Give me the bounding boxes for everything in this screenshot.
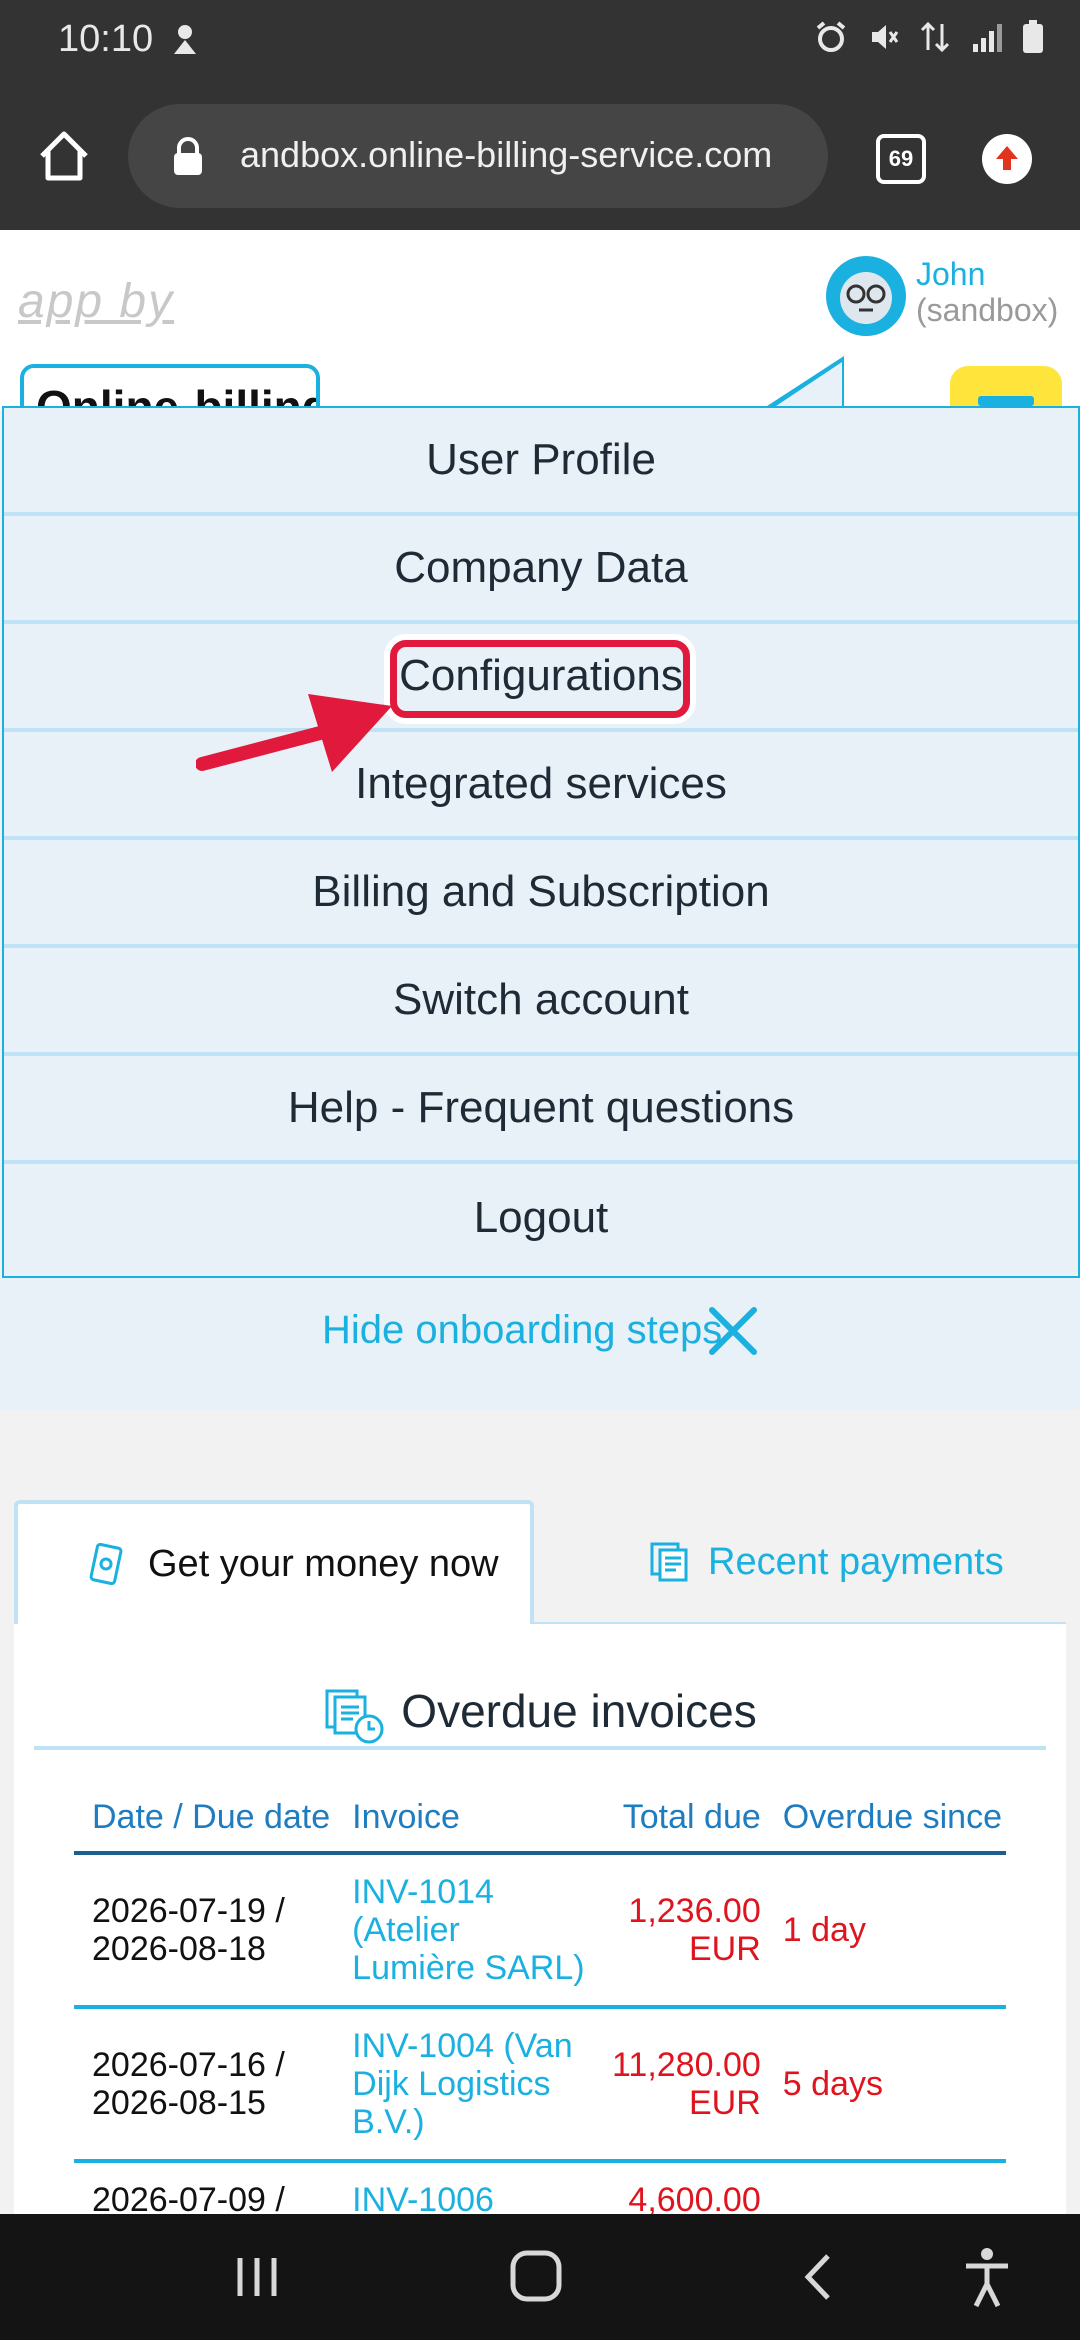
accessibility-icon[interactable] (962, 2246, 1012, 2308)
tab-get-your-money-now[interactable]: Get your money now (14, 1500, 534, 1624)
title-divider (34, 1746, 1046, 1750)
menu-item-help[interactable]: Help - Frequent questions (4, 1056, 1078, 1164)
row-date: 2026-07-16 / 2026-08-15 (74, 2007, 335, 2163)
mute-icon (866, 20, 900, 59)
menu-item-user-profile[interactable]: User Profile (4, 408, 1078, 516)
row-overdue-since: 1 day (764, 1853, 1006, 2009)
status-icons (814, 20, 1044, 59)
alarm-icon (814, 20, 848, 59)
battery-icon (1022, 20, 1044, 59)
tab-switcher-button[interactable]: 69 (876, 134, 926, 184)
signal-icon (970, 20, 1004, 59)
lock-icon (172, 136, 204, 176)
tab-label: Get your money now (148, 1542, 499, 1585)
app-by-label: app by (18, 275, 175, 328)
row-overdue-since: 5 days (764, 2007, 1006, 2163)
user-dropdown-menu: User Profile Company Data Configurations… (2, 406, 1080, 1278)
row-total-due: 11,280.00 EUR (594, 2007, 765, 2163)
overdue-title: Overdue invoices (14, 1684, 1066, 1745)
row-invoice-link[interactable]: INV-1014 (Atelier Lumière SARL) (334, 1853, 595, 2009)
row-date: 2026-07-19 / 2026-08-18 (74, 1853, 335, 2009)
money-icon (89, 1542, 123, 1586)
table-header-row: Date / Due date Invoice Total due Overdu… (74, 1784, 1006, 1855)
menu-item-integrated-services[interactable]: Integrated services (4, 732, 1078, 840)
status-bar: 10:10 (0, 0, 1080, 82)
table-row: 2026-07-19 / 2026-08-18 INV-1014 (Atelie… (74, 1853, 1006, 2009)
menu-item-switch-account[interactable]: Switch account (4, 948, 1078, 1056)
receipts-icon (650, 1542, 688, 1582)
column-overdue-since[interactable]: Overdue since (764, 1784, 1006, 1855)
hide-onboarding-link[interactable]: Hide onboarding steps (322, 1308, 722, 1353)
home-nav-icon[interactable] (508, 2248, 564, 2304)
data-icon (918, 20, 952, 59)
menu-item-billing-subscription[interactable]: Billing and Subscription (4, 840, 1078, 948)
tab-recent-payments[interactable]: Recent payments (614, 1500, 1034, 1624)
row-invoice-link[interactable]: INV-1004 (Van Dijk Logistics B.V.) (334, 2007, 595, 2163)
tab-label: Recent payments (708, 1540, 1004, 1583)
overdue-panel: Overdue invoices Date / Due date Invoice… (14, 1624, 1066, 2244)
onboarding-bar: Hide onboarding steps (0, 1278, 1080, 1410)
status-time: 10:10 (58, 18, 154, 60)
url-text: andbox.online-billing-service.com (240, 134, 773, 175)
annotation-arrow-icon (196, 694, 392, 772)
payment-tabs: Get your money now Recent payments (14, 1500, 1066, 1624)
row-total-due: 1,236.00 EUR (594, 1853, 765, 2009)
address-bar[interactable]: andbox.online-billing-service.com (128, 104, 828, 208)
column-date[interactable]: Date / Due date (74, 1784, 335, 1855)
overdue-table: Date / Due date Invoice Total due Overdu… (74, 1784, 1006, 2241)
menu-item-logout[interactable]: Logout (4, 1164, 1078, 1272)
table-row: 2026-07-16 / 2026-08-15 INV-1004 (Van Di… (74, 2007, 1006, 2163)
update-icon[interactable] (982, 134, 1032, 184)
user-account-label: (sandbox) (916, 292, 1059, 328)
highlight-box (390, 640, 690, 718)
back-icon[interactable] (800, 2252, 834, 2302)
user-name[interactable]: John (916, 256, 985, 293)
system-nav-bar (0, 2214, 1080, 2340)
column-total-due[interactable]: Total due (594, 1784, 765, 1855)
avatar[interactable] (826, 256, 906, 336)
site-header: app by Online-billing John (sandbox) (0, 230, 1080, 446)
close-icon[interactable] (706, 1304, 760, 1358)
overdue-invoices-icon (325, 1689, 384, 1744)
overdue-title-text: Overdue invoices (401, 1685, 757, 1737)
home-icon[interactable] (36, 128, 92, 184)
recent-apps-icon[interactable] (232, 2254, 282, 2300)
notification-icon (170, 22, 200, 64)
menu-item-company-data[interactable]: Company Data (4, 516, 1078, 624)
browser-toolbar: andbox.online-billing-service.com 69 (0, 82, 1080, 230)
column-invoice[interactable]: Invoice (334, 1784, 595, 1855)
